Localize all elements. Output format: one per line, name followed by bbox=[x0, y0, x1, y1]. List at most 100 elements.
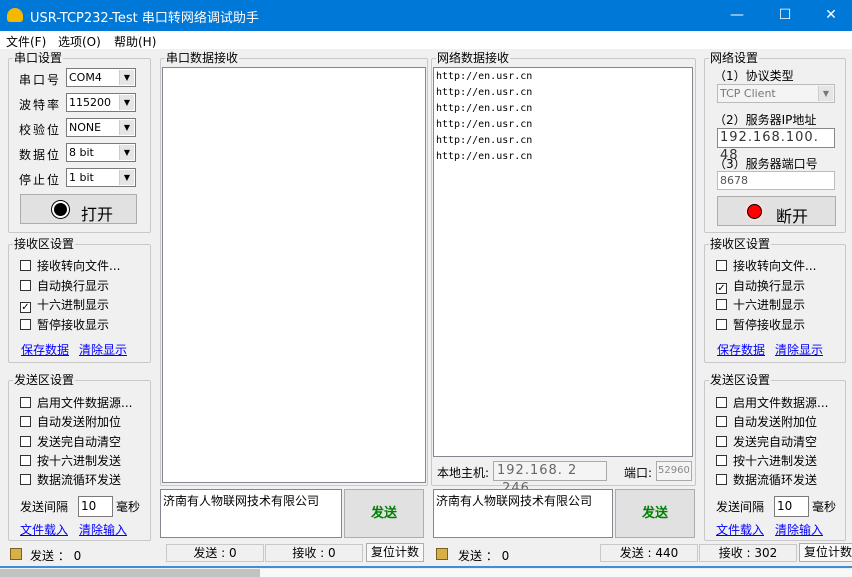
local-port-label: 端口: bbox=[624, 466, 653, 480]
send-option-checkbox[interactable]: 按十六进制发送 bbox=[716, 454, 817, 468]
send-option-checkbox[interactable]: 发送完自动清空 bbox=[716, 435, 817, 449]
menu-help[interactable]: 帮助(H) bbox=[114, 33, 156, 50]
option-label: 数据流循环发送 bbox=[733, 473, 818, 488]
scrollbar-thumb[interactable] bbox=[0, 569, 260, 577]
group-title: 网络设置 bbox=[709, 51, 760, 65]
send-option-checkbox[interactable]: 发送完自动清空 bbox=[20, 435, 121, 449]
maximize-button[interactable]: ☐ bbox=[762, 0, 808, 31]
option-label: 自动换行显示 bbox=[37, 278, 110, 293]
receive-option-checkbox[interactable]: 暂停接收显示 bbox=[716, 318, 805, 332]
close-button[interactable]: ✕ bbox=[808, 0, 852, 31]
field-label: 串口号 bbox=[19, 73, 62, 87]
interval-input[interactable]: 10 bbox=[78, 496, 113, 517]
send-option-checkbox[interactable]: 数据流循环发送 bbox=[20, 473, 121, 487]
serial-field-select[interactable]: 1 bit ▼ bbox=[66, 168, 136, 187]
checkbox-icon bbox=[716, 474, 727, 486]
checkbox-icon bbox=[20, 397, 31, 408]
title-bar: USR-TCP232-Test 串口转网络调试助手 — ☐ ✕ bbox=[0, 0, 852, 31]
network-tx-count: 发送 : 440 bbox=[600, 544, 698, 562]
clear-display-link[interactable]: 清除显示 bbox=[79, 341, 127, 358]
interval-unit: 毫秒 bbox=[812, 500, 837, 514]
serial-receive-area[interactable] bbox=[162, 67, 426, 483]
send-option-checkbox[interactable]: 自动发送附加位 bbox=[716, 415, 817, 429]
option-label: 暂停接收显示 bbox=[37, 317, 110, 332]
status-serial-send: 发送 ： 0 bbox=[30, 549, 82, 563]
protocol-select[interactable]: TCP Client ▼ bbox=[717, 84, 835, 103]
clear-display-link[interactable]: 清除显示 bbox=[775, 341, 823, 358]
serial-rx-count: 接收 : 0 bbox=[265, 544, 363, 562]
receive-option-checkbox[interactable]: 十六进制显示 bbox=[716, 298, 805, 312]
local-ip-field: 192.168. 2 .246 bbox=[493, 461, 607, 496]
divider bbox=[0, 566, 852, 568]
chevron-down-icon: ▼ bbox=[119, 120, 134, 135]
clear-input-link[interactable]: 清除输入 bbox=[79, 521, 127, 538]
disconnect-button[interactable]: 断开 bbox=[717, 196, 836, 226]
server-ip-field[interactable]: 192.168.100. 48 bbox=[717, 128, 835, 163]
network-reset-count-button[interactable]: 复位计数 bbox=[799, 543, 852, 562]
receive-option-checkbox[interactable]: 自动换行显示 bbox=[20, 279, 109, 293]
interval-label: 发送间隔 bbox=[20, 500, 69, 514]
checkbox-icon bbox=[716, 318, 727, 330]
status-dot-icon bbox=[54, 203, 67, 216]
load-file-link[interactable]: 文件载入 bbox=[20, 521, 68, 538]
serial-field-select[interactable]: 115200 ▼ bbox=[66, 93, 136, 112]
interval-input[interactable]: 10 bbox=[774, 496, 809, 517]
save-data-link[interactable]: 保存数据 bbox=[21, 341, 69, 358]
network-send-input[interactable]: 济南有人物联网技术有限公司 bbox=[433, 489, 613, 538]
group-title: 接收区设置 bbox=[709, 237, 772, 251]
checkbox-icon: ✓ bbox=[716, 282, 727, 294]
server-port-label: （3）服务器端口号 bbox=[714, 157, 818, 171]
interval-label: 发送间隔 bbox=[716, 500, 765, 514]
option-label: 暂停接收显示 bbox=[733, 317, 806, 332]
receive-option-checkbox[interactable]: 接收转向文件... bbox=[20, 259, 120, 273]
rx-line: http://en.usr.cn bbox=[436, 135, 533, 146]
send-option-checkbox[interactable]: 数据流循环发送 bbox=[716, 473, 817, 487]
open-port-button[interactable]: 打开 bbox=[20, 194, 137, 224]
chevron-down-icon: ▼ bbox=[119, 70, 134, 85]
receive-option-checkbox[interactable]: ✓ 自动换行显示 bbox=[716, 279, 805, 294]
option-label: 接收转向文件... bbox=[37, 259, 121, 273]
group-title: 串口数据接收 bbox=[165, 51, 240, 65]
network-receive-area[interactable]: http://en.usr.cn http://en.usr.cn http:/… bbox=[433, 67, 693, 457]
option-label: 自动发送附加位 bbox=[733, 415, 818, 430]
field-label: 数据位 bbox=[19, 148, 62, 162]
receive-option-checkbox[interactable]: 接收转向文件... bbox=[716, 259, 816, 273]
disconnect-label: 断开 bbox=[776, 207, 809, 226]
send-option-checkbox[interactable]: 启用文件数据源... bbox=[716, 396, 828, 410]
send-option-checkbox[interactable]: 自动发送附加位 bbox=[20, 415, 121, 429]
send-option-checkbox[interactable]: 启用文件数据源... bbox=[20, 396, 132, 410]
serial-send-input[interactable]: 济南有人物联网技术有限公司 bbox=[160, 489, 342, 538]
send-option-checkbox[interactable]: 按十六进制发送 bbox=[20, 454, 121, 468]
checkbox-icon bbox=[20, 279, 31, 291]
serial-reset-count-button[interactable]: 复位计数 bbox=[366, 543, 424, 562]
server-port-field[interactable]: 8678 bbox=[717, 171, 835, 190]
rx-line: http://en.usr.cn bbox=[436, 87, 533, 98]
receive-option-checkbox[interactable]: ✓ 十六进制显示 bbox=[20, 298, 109, 313]
send-file-icon bbox=[10, 548, 22, 560]
checkbox-icon bbox=[20, 318, 31, 330]
checkbox-icon bbox=[20, 474, 31, 486]
network-send-button[interactable]: 发送 bbox=[615, 489, 695, 538]
save-data-link[interactable]: 保存数据 bbox=[717, 341, 765, 358]
menu-file[interactable]: 文件(F) bbox=[6, 33, 46, 50]
load-file-link[interactable]: 文件载入 bbox=[716, 521, 764, 538]
receive-option-checkbox[interactable]: 暂停接收显示 bbox=[20, 318, 109, 332]
rx-line: http://en.usr.cn bbox=[436, 71, 533, 82]
serial-send-button[interactable]: 发送 bbox=[344, 489, 424, 538]
serial-field-select[interactable]: 8 bit ▼ bbox=[66, 143, 136, 162]
protocol-value: TCP Client bbox=[720, 87, 776, 100]
group-title: 串口设置 bbox=[13, 51, 64, 65]
serial-field-select[interactable]: COM4 ▼ bbox=[66, 68, 136, 87]
rx-line: http://en.usr.cn bbox=[436, 119, 533, 130]
clear-input-link[interactable]: 清除输入 bbox=[775, 521, 823, 538]
horizontal-scrollbar[interactable] bbox=[0, 569, 852, 577]
option-label: 启用文件数据源... bbox=[37, 396, 133, 410]
serial-field-select[interactable]: NONE ▼ bbox=[66, 118, 136, 137]
option-label: 十六进制显示 bbox=[37, 298, 110, 312]
group-title: 发送区设置 bbox=[709, 373, 772, 387]
checkbox-icon bbox=[20, 260, 31, 271]
select-value: 8 bit bbox=[69, 146, 94, 159]
menu-options[interactable]: 选项(O) bbox=[58, 33, 101, 50]
serial-tx-count: 发送 : 0 bbox=[166, 544, 264, 562]
minimize-button[interactable]: — bbox=[714, 0, 760, 31]
